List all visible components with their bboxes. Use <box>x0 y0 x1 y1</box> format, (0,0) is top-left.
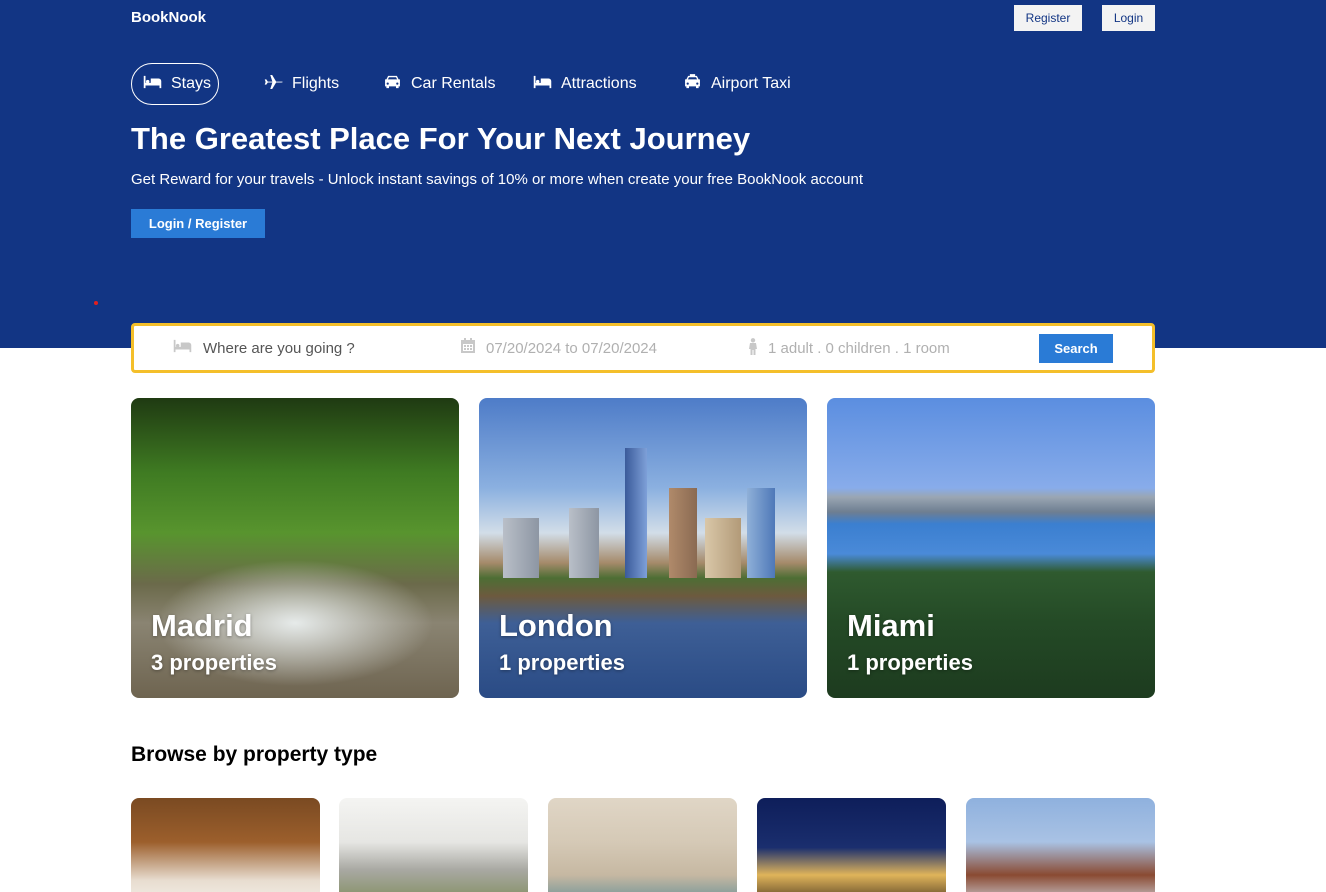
nav-item-stays[interactable]: Stays <box>131 63 219 105</box>
taxi-icon <box>682 73 703 96</box>
bed-icon <box>172 338 193 358</box>
destination-input[interactable]: Where are you going ? <box>203 340 355 357</box>
destination-field[interactable]: Where are you going ? <box>172 326 355 370</box>
calendar-icon <box>460 338 476 358</box>
property-type-card-1[interactable] <box>131 798 320 892</box>
login-register-button[interactable]: Login / Register <box>131 209 265 238</box>
city-properties: 1 properties <box>499 650 625 675</box>
city-properties: 1 properties <box>847 650 973 675</box>
car-icon <box>382 73 403 96</box>
city-card-miami[interactable]: Miami 1 properties <box>827 398 1155 698</box>
nav-label: Airport Taxi <box>711 75 791 92</box>
date-range-text: 07/20/2024 to 07/20/2024 <box>486 339 657 357</box>
person-icon <box>748 337 758 359</box>
city-card-madrid[interactable]: Madrid 3 properties <box>131 398 459 698</box>
nav-item-flights[interactable]: Flights <box>263 63 339 105</box>
login-button[interactable]: Login <box>1102 5 1155 31</box>
property-type-card-3[interactable] <box>548 798 737 892</box>
nav-item-attractions[interactable]: Attractions <box>532 63 637 105</box>
hero-banner: BookNook Register Login Stays Flights Ca… <box>0 0 1326 348</box>
nav-item-airport-taxi[interactable]: Airport Taxi <box>682 63 791 105</box>
search-bar: Where are you going ? 07/20/2024 to 07/2… <box>131 323 1155 373</box>
property-type-card-4[interactable] <box>757 798 946 892</box>
bed-icon <box>142 73 163 96</box>
register-button[interactable]: Register <box>1014 5 1082 31</box>
brand-logo[interactable]: BookNook <box>131 9 206 27</box>
city-name: Miami <box>847 608 935 643</box>
nav-item-car-rentals[interactable]: Car Rentals <box>382 63 495 105</box>
city-properties: 3 properties <box>151 650 277 675</box>
property-type-card-5[interactable] <box>966 798 1155 892</box>
guests-field[interactable]: 1 adult . 0 children . 1 room <box>748 326 950 370</box>
date-range-field[interactable]: 07/20/2024 to 07/20/2024 <box>460 326 657 370</box>
bed-icon <box>532 73 553 96</box>
plane-icon <box>263 73 284 96</box>
nav-label: Stays <box>171 75 212 92</box>
browse-section-title: Browse by property type <box>131 743 378 766</box>
nav-label: Attractions <box>561 75 637 92</box>
search-button[interactable]: Search <box>1039 334 1113 363</box>
nav-label: Flights <box>292 75 340 92</box>
city-name: Madrid <box>151 608 253 643</box>
hero-title: The Greatest Place For Your Next Journey <box>131 121 751 156</box>
property-type-card-2[interactable] <box>339 798 528 892</box>
city-card-london[interactable]: London 1 properties <box>479 398 807 698</box>
nav-label: Car Rentals <box>411 75 496 92</box>
cursor-dot <box>94 301 98 305</box>
hero-subtitle: Get Reward for your travels - Unlock ins… <box>131 171 864 188</box>
city-name: London <box>499 608 613 643</box>
guests-text: 1 adult . 0 children . 1 room <box>768 339 950 357</box>
